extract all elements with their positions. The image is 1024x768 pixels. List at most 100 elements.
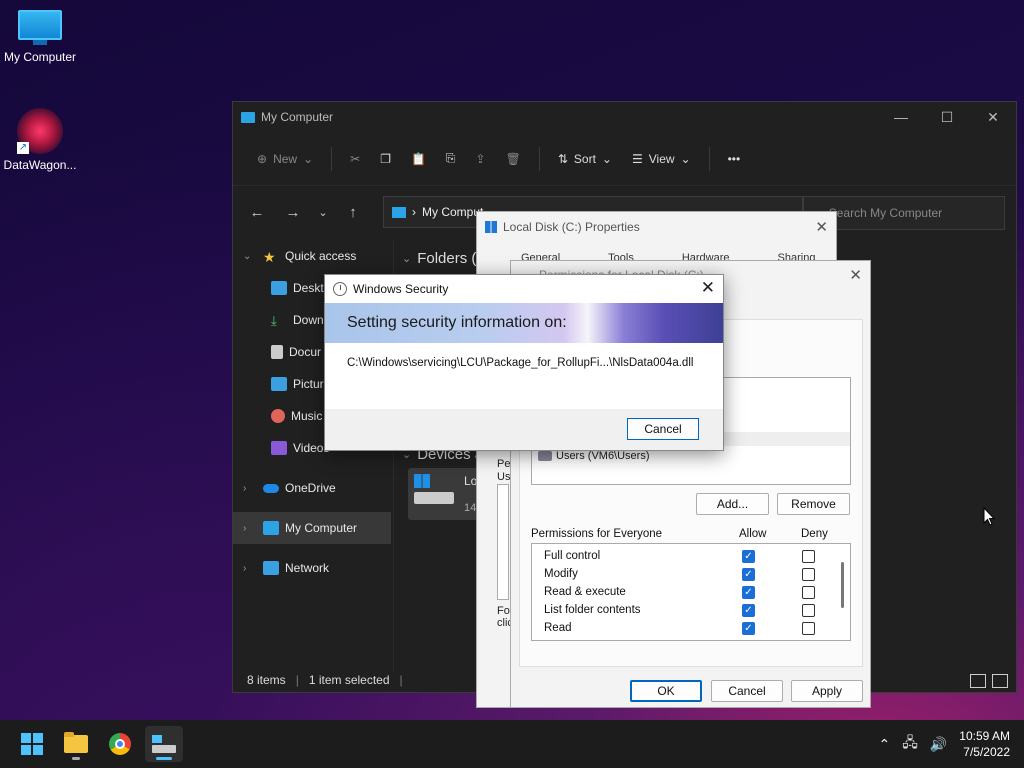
ok-button[interactable]: OK (630, 680, 702, 702)
paste-icon: 📋 (410, 151, 426, 166)
deny-checkbox[interactable] (802, 585, 815, 599)
security-file-path: C:\Windows\servicing\LCU\Package_for_Rol… (325, 343, 723, 409)
windows-logo-icon (414, 474, 430, 488)
add-button[interactable]: Add... (696, 493, 769, 515)
security-title-bar[interactable]: Windows Security (325, 275, 723, 303)
close-button[interactable]: ✕ (701, 278, 715, 298)
system-tray: ⌃ 🖧 🔊 10:59 AM 7/5/2022 (879, 720, 1011, 768)
up-button[interactable]: ↑ (337, 196, 369, 228)
table-row: Modify ✓ (532, 565, 850, 583)
taskbar-file-explorer[interactable] (57, 726, 95, 762)
clock-icon (333, 282, 347, 296)
close-button[interactable]: ✕ (849, 266, 862, 284)
desktop-icon-datawagon[interactable]: ↗ DataWagon... (0, 108, 80, 172)
permissions-list: Full control ✓ Modify ✓ Read & execute ✓… (531, 543, 851, 641)
deny-checkbox[interactable] (802, 621, 815, 635)
download-icon: ⤓ (271, 313, 277, 328)
chevron-right-icon: › (243, 522, 247, 534)
scrollbar[interactable] (841, 562, 844, 608)
chrome-icon (109, 733, 131, 755)
sort-button[interactable]: ⇅ Sort ⌄ (550, 143, 620, 175)
close-button[interactable]: ✕ (815, 218, 828, 236)
chevron-down-icon: ⌄ (402, 253, 412, 265)
windows-logo-icon (21, 733, 43, 755)
time-text: 10:59 AM (959, 729, 1010, 743)
chevron-right-icon: › (243, 562, 247, 574)
chevron-down-icon: ⌄ (303, 151, 314, 166)
apply-button[interactable]: Apply (791, 680, 863, 702)
cancel-button[interactable]: Cancel (711, 680, 783, 702)
minimize-button[interactable]: — (878, 102, 924, 132)
desktop-icon-label: My Computer (3, 50, 77, 64)
breadcrumb: My Comput (422, 205, 484, 219)
more-options-button[interactable]: ••• (720, 143, 749, 175)
table-row: List folder contents ✓ (532, 601, 850, 619)
local-disk-tile[interactable]: Lo 14 (408, 468, 478, 520)
list-item[interactable]: Users (VM6\Users) (538, 450, 650, 462)
nav-onedrive[interactable]: › OneDrive (233, 472, 391, 504)
desktop-icon-label: DataWagon... (3, 158, 77, 172)
view-list-icon: ☰ (631, 151, 643, 166)
view-button[interactable]: ☰ View ⌄ (624, 143, 699, 175)
section-folders[interactable]: ⌄ Folders (6 (402, 250, 485, 267)
allow-checkbox[interactable]: ✓ (742, 621, 755, 635)
chevron-up-icon[interactable]: ⌃ (879, 736, 891, 753)
paste-button[interactable]: 📋 (403, 143, 434, 175)
desktop-icon-my-computer[interactable]: My Computer (0, 10, 80, 64)
drive-icon (152, 735, 176, 753)
rename-icon: ⎘ (445, 151, 456, 165)
volume-icon[interactable]: 🔊 (930, 736, 947, 753)
table-row: Read ✓ (532, 619, 850, 637)
taskbar-chrome[interactable] (101, 726, 139, 762)
allow-checkbox[interactable]: ✓ (742, 603, 755, 617)
computer-icon (263, 521, 279, 535)
start-button[interactable] (13, 726, 51, 762)
allow-checkbox[interactable]: ✓ (742, 549, 755, 563)
permissions-header: Permissions for Everyone (531, 528, 663, 540)
maximize-button[interactable]: ☐ (924, 102, 970, 132)
forward-button[interactable]: → (277, 196, 309, 228)
cancel-button[interactable]: Cancel (627, 418, 699, 440)
nav-quick-access[interactable]: ⌄ ★ Quick access (233, 240, 391, 272)
share-button[interactable]: ⇪ (468, 143, 494, 175)
document-icon (271, 345, 283, 359)
delete-button[interactable]: 🗑 (498, 143, 529, 175)
remove-button[interactable]: Remove (777, 493, 850, 515)
video-icon (271, 441, 287, 455)
recent-locations-button[interactable]: ⌄ (313, 196, 333, 228)
allow-header: Allow (739, 528, 767, 540)
star-icon: ★ (263, 249, 276, 265)
chevron-down-icon: ⌄ (601, 151, 612, 166)
cloud-icon (263, 483, 279, 493)
properties-title-bar[interactable]: Local Disk (C:) Properties (477, 212, 836, 242)
deny-checkbox[interactable] (802, 567, 815, 581)
new-button[interactable]: ⊕ New ⌄ (249, 143, 321, 175)
details-view-icon[interactable] (970, 674, 986, 688)
deny-checkbox[interactable] (802, 549, 815, 563)
back-button[interactable]: ← (241, 196, 273, 228)
cut-button[interactable]: ✂ (342, 143, 368, 175)
network-icon[interactable]: 🖧 (902, 732, 918, 756)
deny-checkbox[interactable] (802, 603, 815, 617)
plus-circle-icon: ⊕ (257, 151, 268, 166)
datawagon-logo-icon: ↗ (17, 108, 63, 154)
allow-checkbox[interactable]: ✓ (742, 567, 755, 581)
folder-icon (64, 732, 88, 753)
taskbar-my-computer[interactable] (145, 726, 183, 762)
tiles-view-icon[interactable] (992, 674, 1008, 688)
hard-drive-icon (414, 492, 454, 504)
sort-icon: ⇅ (557, 151, 568, 166)
rename-button[interactable]: ⎘ (438, 143, 464, 175)
drive-icon (485, 221, 497, 233)
allow-checkbox[interactable]: ✓ (742, 585, 755, 599)
network-icon (263, 561, 279, 575)
nav-network[interactable]: › Network (233, 552, 391, 584)
security-banner: Setting security information on: (325, 303, 723, 343)
close-button[interactable]: ✕ (970, 102, 1016, 132)
nav-my-computer[interactable]: › My Computer (233, 512, 391, 544)
clock[interactable]: 10:59 AM 7/5/2022 (959, 728, 1010, 760)
users-icon (538, 451, 552, 461)
deny-header: Deny (801, 528, 828, 540)
copy-button[interactable]: ❐ (372, 143, 399, 175)
desktop-icon (271, 281, 287, 295)
